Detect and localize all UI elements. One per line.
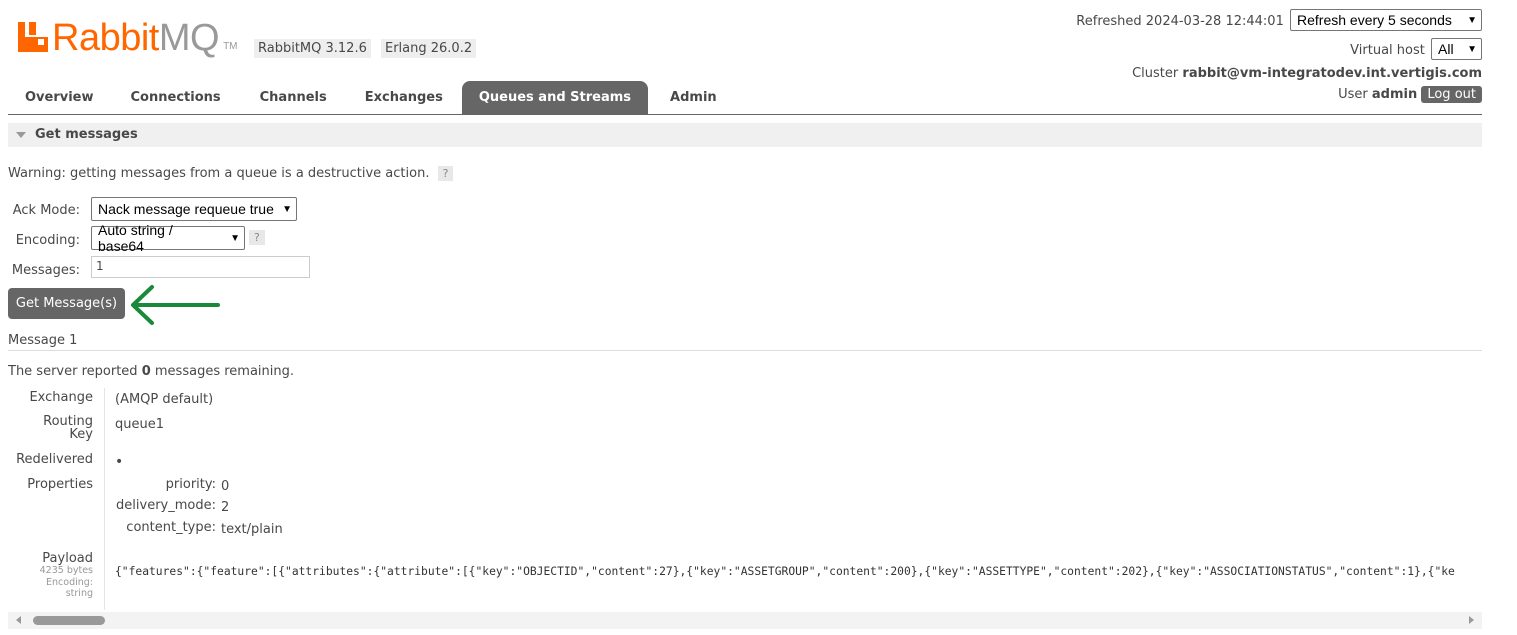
- tab-admin[interactable]: Admin: [648, 81, 739, 114]
- get-messages-button[interactable]: Get Message(s): [8, 288, 125, 319]
- prop-key-priority: priority:: [165, 477, 216, 492]
- payload-label: Payload: [42, 551, 93, 566]
- scroll-right-icon[interactable]: [1469, 616, 1474, 624]
- get-messages-section-header[interactable]: Get messages: [8, 123, 1482, 147]
- prop-value-content-type: text/plain: [221, 522, 283, 537]
- refresh-row: Refreshed 2024-03-28 12:44:01 Refresh ev…: [1076, 9, 1482, 31]
- prop-value-priority: 0: [221, 479, 230, 494]
- refreshed-time: 2024-03-28 12:44:01: [1145, 14, 1284, 29]
- logo-trademark: TM: [223, 41, 238, 52]
- annotation-arrow-icon: [131, 285, 220, 325]
- virtual-host-row: Virtual host All ▼: [1350, 38, 1482, 60]
- chevron-down-icon: ▼: [282, 203, 292, 215]
- ack-mode-label: Ack Mode:: [12, 203, 80, 218]
- section-title: Get messages: [35, 127, 138, 142]
- refresh-interval-select[interactable]: Refresh every 5 seconds ▼: [1290, 9, 1482, 31]
- virtual-host-label: Virtual host: [1350, 43, 1425, 58]
- redelivered-label: Redelivered: [16, 452, 93, 467]
- messages-count-input[interactable]: 1: [91, 256, 310, 278]
- redelivered-value: •: [115, 454, 124, 470]
- encoding-select[interactable]: Auto string / base64 ▼: [91, 222, 245, 254]
- payload-value: {"features":{"feature":[{"attributes":{"…: [115, 565, 1455, 578]
- scrollbar-thumb[interactable]: [33, 616, 105, 625]
- chevron-down-icon: ▼: [1467, 43, 1477, 55]
- exchange-label: Exchange: [29, 390, 93, 405]
- erlang-version-badge: Erlang 26.0.2: [381, 39, 477, 58]
- payload-meta: 4235 bytes Encoding: string: [7, 565, 93, 600]
- prop-value-delivery-mode: 2: [221, 500, 230, 515]
- main-nav-tabs: Overview Connections Channels Exchanges …: [8, 81, 1482, 115]
- remaining-count: 0: [141, 364, 151, 379]
- prop-key-content-type: content_type:: [126, 520, 216, 535]
- scroll-left-icon[interactable]: [16, 616, 21, 624]
- messages-label: Messages:: [11, 263, 80, 278]
- details-divider: [104, 388, 105, 610]
- refreshed-label: Refreshed: [1076, 14, 1142, 29]
- tab-queues-and-streams[interactable]: Queues and Streams: [461, 81, 649, 114]
- payload-encoding-label: Encoding:: [46, 576, 93, 588]
- ack-mode-select[interactable]: Nack message requeue true ▼: [91, 197, 297, 221]
- message-heading: Message 1: [8, 333, 78, 348]
- warning-text: Warning: getting messages from a queue i…: [8, 166, 430, 181]
- chevron-down-icon: ▼: [230, 232, 240, 244]
- rabbitmq-version-badge: RabbitMQ 3.12.6: [254, 39, 371, 58]
- encoding-help-icon[interactable]: ?: [249, 230, 265, 245]
- tab-connections[interactable]: Connections: [111, 81, 241, 114]
- payload-size: 4235 bytes: [39, 565, 93, 576]
- divider: [8, 350, 1482, 351]
- tab-overview[interactable]: Overview: [8, 81, 111, 114]
- logo-wordmark: RabbitMQ: [52, 17, 220, 59]
- virtual-host-select[interactable]: All ▼: [1431, 38, 1482, 60]
- cluster-name: rabbit@vm-integratodev.int.vertigis.com: [1182, 66, 1482, 81]
- chevron-down-icon: ▼: [1467, 14, 1477, 26]
- collapse-triangle-icon: [16, 132, 26, 138]
- tab-channels[interactable]: Channels: [241, 81, 346, 114]
- payload-horizontal-scrollbar[interactable]: [8, 612, 1482, 629]
- rabbitmq-logo[interactable]: RabbitMQ TM: [18, 18, 238, 58]
- properties-label: Properties: [27, 477, 93, 492]
- payload-viewport: {"features":{"feature":[{"attributes":{"…: [115, 565, 1482, 578]
- encoding-label: Encoding:: [15, 233, 80, 248]
- server-report: The server reported 0 messages remaining…: [8, 364, 294, 379]
- cluster-label: Cluster: [1132, 66, 1179, 81]
- exchange-value: (AMQP default): [115, 392, 214, 407]
- destructive-warning: Warning: getting messages from a queue i…: [8, 166, 454, 181]
- rabbitmq-logo-icon: [18, 22, 48, 52]
- payload-encoding: string: [65, 588, 93, 599]
- prop-key-delivery-mode: delivery_mode:: [116, 498, 216, 513]
- cluster-row: Cluster rabbit@vm-integratodev.int.verti…: [1132, 66, 1482, 81]
- routing-key-label: Routing Key: [43, 414, 93, 442]
- tab-exchanges[interactable]: Exchanges: [346, 81, 462, 114]
- help-icon[interactable]: ?: [437, 166, 454, 181]
- routing-key-value: queue1: [115, 417, 164, 432]
